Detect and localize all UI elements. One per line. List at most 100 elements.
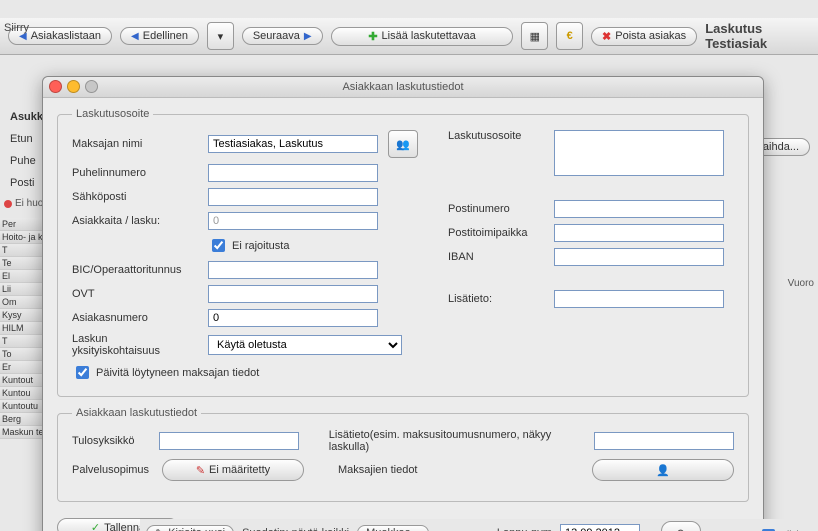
ei-rajoitusta-check-input[interactable] <box>212 239 225 252</box>
chevron-down-icon: ▾ <box>218 30 224 43</box>
bic-input[interactable] <box>208 261 378 279</box>
grid-icon: ▦ <box>530 30 540 43</box>
poista-label: Poista asiakas <box>615 30 686 42</box>
sidebar-item[interactable]: Er <box>0 361 42 374</box>
postitoimipaikka-label: Postitoimipaikka <box>448 227 544 239</box>
sidebar-item[interactable]: Kuntout <box>0 374 42 387</box>
poista-asiakas-button[interactable]: ✖Poista asiakas <box>591 27 697 46</box>
palvelusopimus-label: Palvelusopimus <box>72 464 152 476</box>
suodatin-label: Suodatin: näytä kaikki <box>242 527 349 531</box>
asiakasnumero-input[interactable] <box>208 309 378 327</box>
minimize-window-icon[interactable] <box>67 80 80 93</box>
postitoimipaikka-input[interactable] <box>554 224 724 242</box>
puhelinnumero-label: Puhelinnumero <box>72 167 198 179</box>
tiivis-checkbox[interactable]: Tiivis n <box>758 526 812 531</box>
refresh-button[interactable]: ⟳ <box>661 521 701 531</box>
tulosyksikko-input[interactable] <box>159 432 299 450</box>
euro-button[interactable]: € <box>556 22 583 50</box>
lisatieto2-label: Lisätieto(esim. maksusitoumusnumero, näk… <box>329 429 584 453</box>
vuoro-label: Vuoro <box>788 278 814 289</box>
sahkoposti-label: Sähköposti <box>72 191 198 203</box>
main-toolbar: ◀Asiakaslistaan ◀Edellinen ▾ Seuraava▶ ✚… <box>0 18 818 55</box>
seuraava-label: Seuraava <box>253 30 300 42</box>
ei-maaritetty-label: Ei määritetty <box>209 464 270 476</box>
modal-titlebar: Asiakkaan laskutustiedot <box>43 77 763 98</box>
ei-huor-indicator: Ei huor <box>4 198 47 209</box>
dropdown-button[interactable]: ▾ <box>207 22 234 50</box>
asiakkaita-lasku-input[interactable] <box>208 212 378 230</box>
sidebar-item[interactable]: Kysy <box>0 309 42 322</box>
sidebar-item[interactable]: Te <box>0 257 42 270</box>
paivita-text: Päivitä löytyneen maksajan tiedot <box>96 367 259 379</box>
euro-icon: € <box>567 30 573 42</box>
yksityiskohtaisuus-select[interactable]: Käytä oletusta <box>208 335 402 355</box>
lisatieto-input[interactable] <box>554 290 724 308</box>
close-window-icon[interactable] <box>49 80 62 93</box>
sidebar-item[interactable]: Per <box>0 218 42 231</box>
sidebar-item[interactable]: HILM <box>0 322 42 335</box>
maksajan-nimi-input[interactable] <box>208 135 378 153</box>
sidebar-item[interactable]: To <box>0 348 42 361</box>
red-dot-icon <box>4 200 12 208</box>
lisaa-laskutettavaa-button[interactable]: ✚Lisää laskutettavaa <box>331 27 514 46</box>
sidebar-item[interactable]: Lii <box>0 283 42 296</box>
tallenna-label: Tallenna <box>104 522 145 531</box>
paivita-checkbox[interactable]: Päivitä löytyneen maksajan tiedot <box>72 363 418 382</box>
postinumero-input[interactable] <box>554 200 724 218</box>
pick-person-button[interactable]: 👥 <box>388 130 418 158</box>
iban-label: IBAN <box>448 251 544 263</box>
kirjoita-uusi-button[interactable]: ✎ Kirjoita uusi <box>146 525 234 531</box>
iban-input[interactable] <box>554 248 724 266</box>
sidebar-item[interactable]: T <box>0 244 42 257</box>
yksityiskohtaisuus-label: Laskun yksityiskohtaisuus <box>72 333 198 357</box>
tool-button-1[interactable]: ▦ <box>521 22 548 50</box>
ei-rajoitusta-checkbox[interactable]: Ei rajoitusta <box>208 236 289 255</box>
refresh-icon: ⟳ <box>677 527 686 531</box>
asiakkaan-laskutustiedot-fieldset: Asiakkaan laskutustiedot Tulosyksikkö Li… <box>57 407 749 502</box>
person-icon: 👤 <box>656 464 670 477</box>
laskutusosoite-fieldset: Laskutusosoite Maksajan nimi 👥 Puhelinnu… <box>57 108 749 397</box>
lisatieto2-input[interactable] <box>594 432 734 450</box>
arrow-left-icon: ◀ <box>131 31 139 42</box>
sidebar-item[interactable]: Berg <box>0 413 42 426</box>
sahkoposti-input[interactable] <box>208 188 378 206</box>
zoom-window-icon[interactable] <box>85 80 98 93</box>
date-picker-icon[interactable]: ▾ <box>648 527 654 531</box>
ei-maaritetty-button[interactable]: ✎ Ei määritetty <box>162 459 304 481</box>
siirry-label: Siirry <box>4 22 29 34</box>
pencil-icon: ✎ <box>196 464 205 477</box>
sidebar-item[interactable]: Kuntoutu <box>0 400 42 413</box>
ovt-input[interactable] <box>208 285 378 303</box>
sidebar-item[interactable]: Om <box>0 296 42 309</box>
puhelinnumero-input[interactable] <box>208 164 378 182</box>
asiakasnumero-label: Asiakasnumero <box>72 312 198 324</box>
edellinen-label: Edellinen <box>143 30 188 42</box>
laskutusosoite-label: Laskutusosoite <box>448 130 544 142</box>
maksajien-tiedot-button[interactable]: 👤 <box>592 459 734 481</box>
footer-bar: ✎ Kirjoita uusi Suodatin: näytä kaikki Mu… <box>140 519 818 531</box>
edellinen-button[interactable]: ◀ Edellinen <box>120 27 199 45</box>
modal-title-text: Asiakkaan laskutustiedot <box>342 81 463 93</box>
seuraava-button[interactable]: Seuraava ▶ <box>242 27 323 45</box>
bic-label: BIC/Operaattoritunnus <box>72 264 198 276</box>
laskutusosoite-textarea[interactable] <box>554 130 724 176</box>
ovt-label: OVT <box>72 288 198 300</box>
postinumero-label: Postinumero <box>448 203 544 215</box>
arrow-right-icon: ▶ <box>304 31 312 42</box>
loppu-pvm-input[interactable] <box>560 524 640 531</box>
lisatieto-label: Lisätieto: <box>448 293 544 305</box>
sidebar-item[interactable]: T <box>0 335 42 348</box>
sidebar-list: Per Hoito- ja k T Te El Lii Om Kysy HILM… <box>0 218 42 439</box>
pencil-icon: ✎ <box>155 527 164 531</box>
muokkaa-button[interactable]: Muokkaa... <box>357 525 429 531</box>
sidebar-item[interactable]: Hoito- ja k <box>0 231 42 244</box>
check-icon: ✓ <box>91 521 100 531</box>
sidebar-item[interactable]: Maskun testi <box>0 426 42 439</box>
paivita-check-input[interactable] <box>76 366 89 379</box>
sidebar-item[interactable]: El <box>0 270 42 283</box>
kirjoita-label: Kirjoita uusi <box>168 527 225 531</box>
fs2-legend: Asiakkaan laskutustiedot <box>72 407 201 419</box>
page-title: Laskutus Testiasiak <box>705 21 810 51</box>
sidebar-item[interactable]: Kuntou <box>0 387 42 400</box>
billing-info-modal: Asiakkaan laskutustiedot Laskutusosoite … <box>42 76 764 531</box>
